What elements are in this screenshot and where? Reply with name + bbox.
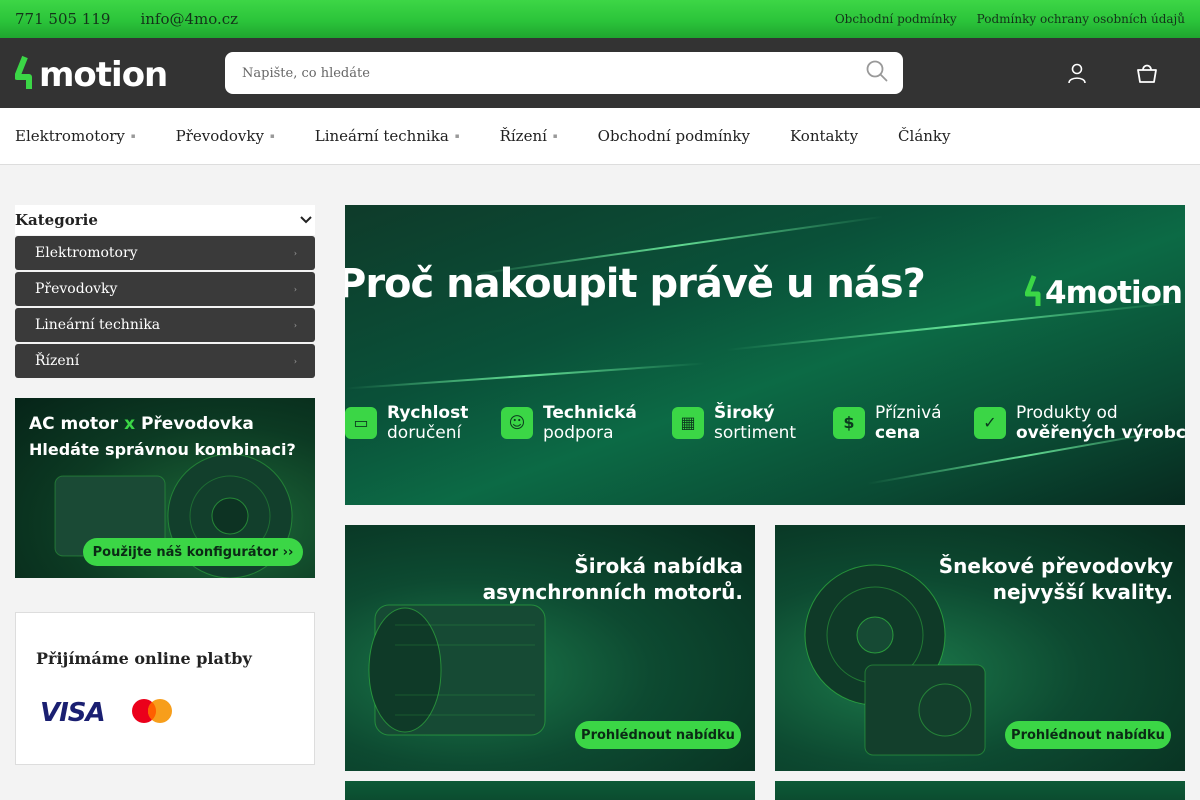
nav-item-label: Lineární technika: [314, 127, 449, 145]
configurator-banner[interactable]: AC motor x Převodovka Hledáte správnou k…: [15, 398, 315, 578]
category-item-elektromotory[interactable]: Elektromotory ›: [15, 236, 315, 270]
search-bar: [225, 52, 903, 94]
nav-item-clanky[interactable]: Články: [898, 127, 950, 145]
configurator-button[interactable]: Použijte náš konfigurátor ››: [83, 538, 303, 566]
chevron-right-icon: ›: [293, 248, 297, 258]
promo-banner[interactable]: [775, 781, 1185, 800]
nav-item-label: Kontakty: [789, 127, 859, 145]
certified-icon: ✓: [974, 407, 1006, 439]
nav-item-label: Řízení: [499, 127, 547, 145]
terms-link[interactable]: Obchodní podmínky: [835, 12, 957, 26]
promo-banner-motors[interactable]: Široká nabídka asynchronních motorů. Proh…: [345, 525, 755, 771]
hero-banner[interactable]: Proč nakoupit právě u nás? 4motion ▭ Ryc…: [345, 205, 1185, 505]
configurator-subtitle: Hledáte správnou kombinaci?: [29, 440, 296, 459]
svg-text:4motion: 4motion: [1045, 275, 1182, 309]
feature-assortment: ▦ Široký sortiment: [672, 403, 796, 443]
chevron-down-icon[interactable]: [299, 211, 313, 229]
visa-logo: VISA: [40, 698, 106, 728]
payment-logos: VISA: [36, 698, 294, 728]
category-item-rizeni[interactable]: Řízení ›: [15, 344, 315, 378]
category-label: Lineární technika: [35, 317, 161, 333]
submenu-indicator-icon: ▪: [552, 132, 558, 140]
nav-item-linearni-technika[interactable]: Lineární technika ▪: [315, 127, 460, 145]
boxes-icon: ▦: [672, 407, 704, 439]
category-label: Řízení: [35, 353, 80, 369]
hero-title: Proč nakoupit právě u nás?: [345, 261, 926, 307]
logo-mark: motion: [15, 55, 168, 91]
feature-delivery: ▭ Rychlost doručení: [345, 403, 468, 443]
svg-text:motion: motion: [39, 55, 167, 91]
nav-item-kontakty[interactable]: Kontakty: [790, 127, 858, 145]
promo-banner-gearboxes[interactable]: Šnekové převodovky nejvyšší kvality. Proh…: [775, 525, 1185, 771]
payments-title: Přijímáme online platby: [36, 649, 252, 668]
user-icon[interactable]: [1065, 61, 1089, 85]
nav-item-prevodovky[interactable]: Převodovky ▪: [176, 127, 275, 145]
feature-price: $ Příznivá cena: [833, 403, 942, 443]
feature-support: ☺ Technická podpora: [501, 403, 637, 443]
contact-info: 771 505 119 info@4mo.cz: [15, 10, 238, 28]
browse-offer-button[interactable]: Prohlédnout nabídku: [1005, 721, 1171, 749]
email-link[interactable]: info@4mo.cz: [140, 10, 238, 28]
sidebar: Kategorie Elektromotory › Převodovky › Lin…: [15, 205, 315, 765]
search-icon[interactable]: [866, 60, 888, 86]
top-links: Obchodní podmínky Podmínky ochrany osobn…: [835, 12, 1185, 26]
configurator-title: AC motor x Převodovka: [29, 414, 254, 434]
browse-offer-button[interactable]: Prohlédnout nabídku: [575, 721, 741, 749]
chevron-right-icon: ›: [293, 320, 297, 330]
hero-features: ▭ Rychlost doručení ☺ Technická podpora ▦ …: [345, 403, 1185, 451]
chevron-right-icon: ›: [293, 284, 297, 294]
main-area: Proč nakoupit právě u nás? 4motion ▭ Ryc…: [345, 205, 1185, 800]
nav-item-label: Články: [898, 127, 951, 145]
feature-certified: ✓ Produkty od ověřených výrobců: [974, 403, 1185, 443]
chevron-right-icon: ›: [293, 356, 297, 366]
promo-text: Široká nabídka asynchronních motorů.: [482, 554, 743, 604]
nav-item-label: Převodovky: [175, 127, 264, 145]
submenu-indicator-icon: ▪: [130, 132, 136, 140]
truck-icon: ▭: [345, 407, 377, 439]
nav-item-elektromotory[interactable]: Elektromotory ▪: [15, 127, 136, 145]
category-list: Elektromotory › Převodovky › Lineární tech…: [15, 236, 315, 378]
privacy-link[interactable]: Podmínky ochrany osobních údajů: [977, 12, 1185, 26]
promo-text: Šnekové převodovky nejvyšší kvality.: [938, 554, 1173, 604]
top-bar: 771 505 119 info@4mo.cz Obchodní podmínk…: [0, 0, 1200, 38]
search-input[interactable]: [242, 65, 802, 81]
mastercard-logo: [131, 698, 173, 728]
category-label: Převodovky: [35, 281, 118, 297]
site-logo[interactable]: motion: [15, 55, 187, 91]
promo-banners: Široká nabídka asynchronních motorů. Proh…: [345, 525, 1185, 771]
support-icon: ☺: [501, 407, 533, 439]
categories-title: Kategorie: [15, 211, 98, 229]
categories-header[interactable]: Kategorie: [15, 205, 315, 235]
nav-item-label: Obchodní podmínky: [597, 127, 750, 145]
submenu-indicator-icon: ▪: [269, 132, 275, 140]
price-icon: $: [833, 407, 865, 439]
phone-link[interactable]: 771 505 119: [15, 10, 110, 28]
nav-item-obchodni-podminky[interactable]: Obchodní podmínky: [598, 127, 750, 145]
category-item-prevodovky[interactable]: Převodovky ›: [15, 272, 315, 306]
nav-item-rizeni[interactable]: Řízení ▪: [500, 127, 558, 145]
submenu-indicator-icon: ▪: [454, 132, 460, 140]
nav-item-label: Elektromotory: [15, 127, 125, 145]
category-label: Elektromotory: [35, 245, 138, 261]
cart-icon[interactable]: [1135, 61, 1159, 85]
promo-banners-row-2: [345, 781, 1185, 800]
header: motion: [0, 38, 1200, 108]
category-item-linearni-technika[interactable]: Lineární technika ›: [15, 308, 315, 342]
payments-box: Přijímáme online platby VISA: [15, 612, 315, 765]
hero-logo: 4motion: [1024, 273, 1185, 313]
header-icons: [1065, 61, 1159, 85]
promo-banner[interactable]: [345, 781, 755, 800]
main-nav: Elektromotory ▪ Převodovky ▪ Lineární tech…: [0, 108, 1200, 165]
